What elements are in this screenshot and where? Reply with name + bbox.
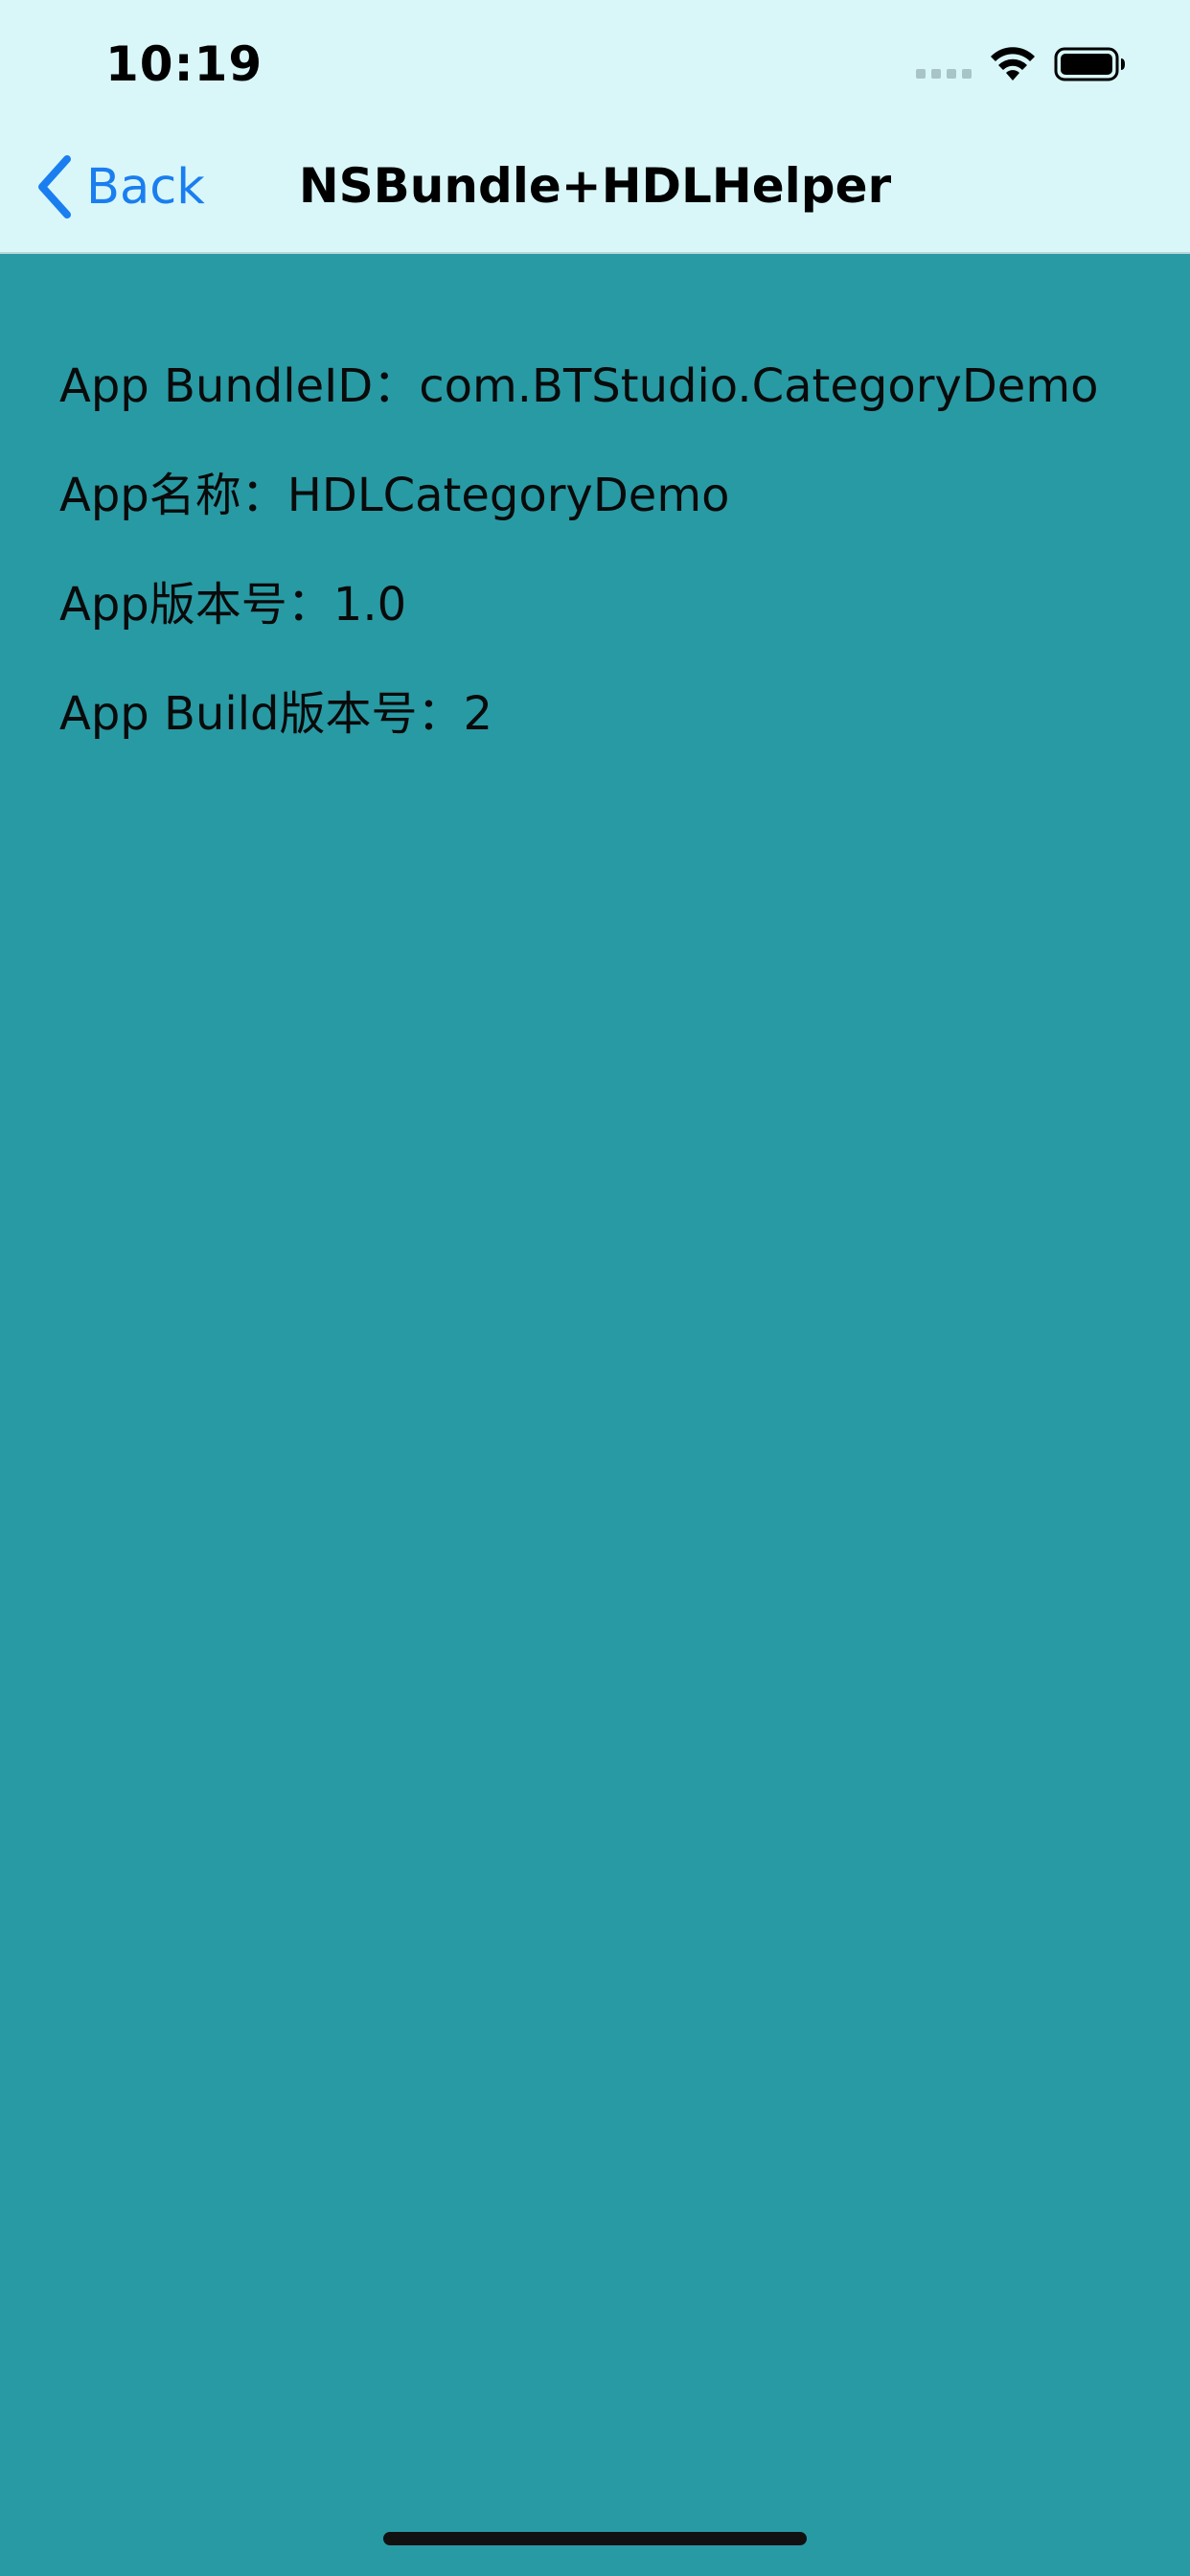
wifi-icon xyxy=(991,47,1035,80)
bundle-id-label: App BundleID：com.BTStudio.CategoryDemo xyxy=(59,359,1099,413)
battery-icon xyxy=(1054,47,1125,81)
home-indicator[interactable] xyxy=(383,2532,807,2545)
status-bar-time: 10:19 xyxy=(105,36,263,92)
status-bar-icons xyxy=(916,44,1127,84)
app-name-label: App名称：HDLCategoryDemo xyxy=(59,469,730,522)
bundle-info-list: App BundleID：com.BTStudio.CategoryDemo A… xyxy=(59,355,1098,792)
cellular-signal-icon xyxy=(916,44,972,84)
app-version-label: App版本号：1.0 xyxy=(59,578,407,632)
navigation-header: 10:19 Back NSBundle+HDLHelper xyxy=(0,0,1190,254)
app-build-label: App Build版本号：2 xyxy=(59,687,493,741)
page-title: NSBundle+HDLHelper xyxy=(298,158,892,214)
